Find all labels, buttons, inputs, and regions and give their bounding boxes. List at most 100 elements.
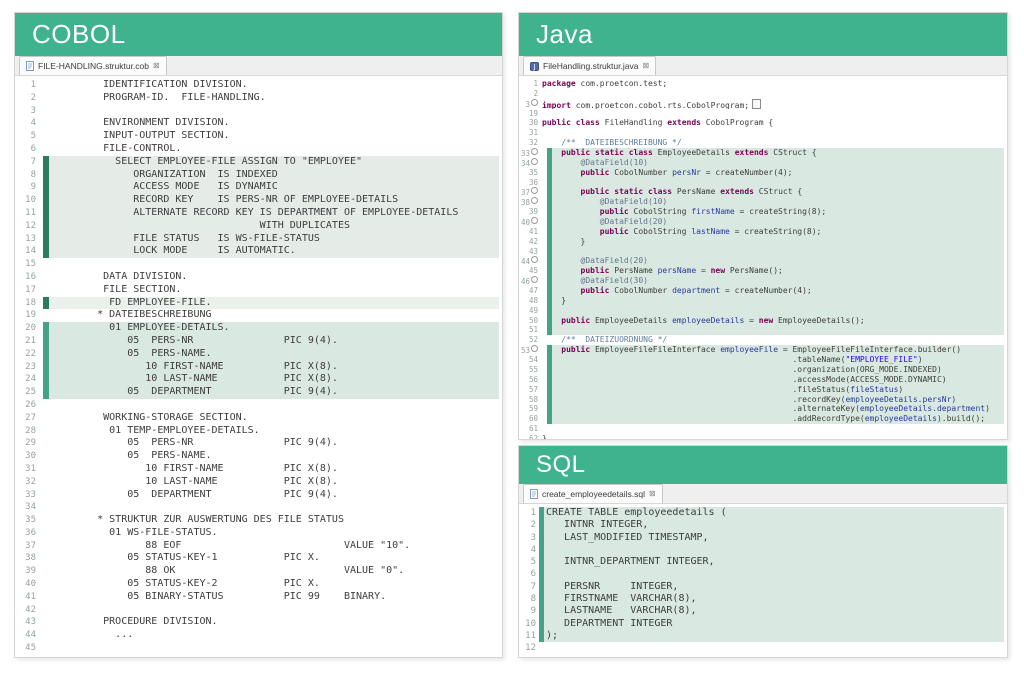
tab-close-icon[interactable]: ⊠: [649, 490, 656, 498]
sql-editor[interactable]: 1CREATE TABLE employeedetails (2 INTNR I…: [519, 504, 1007, 657]
line-number: 14: [15, 245, 39, 258]
sql-tab[interactable]: create_employeedetails.sql ⊠: [523, 484, 663, 503]
code-line: 21 05 PERS-NR PIC 9(4).: [15, 335, 502, 348]
code-line: 58 .recordKey(employeeDetails.persNr): [519, 395, 1007, 405]
code-line: 31: [519, 128, 1007, 138]
code-line: 13 FILE STATUS IS WS-FILE-STATUS: [15, 233, 502, 246]
cobol-file-icon: [26, 61, 34, 71]
fold-toggle-icon[interactable]: [531, 256, 538, 263]
collapsed-code-icon[interactable]: [752, 99, 761, 109]
tab-close-icon[interactable]: ⊠: [153, 62, 160, 70]
cobol-tab[interactable]: FILE-HANDLING.struktur.cob ⊠: [19, 56, 167, 75]
code-line: 5 INPUT-OUTPUT SECTION.: [15, 130, 502, 143]
line-number: 51: [519, 325, 541, 335]
code-line: 56 .accessMode(ACCESS_MODE.DYNAMIC): [519, 375, 1007, 385]
code-line: 10 RECORD KEY IS PERS-NR OF EMPLOYEE-DET…: [15, 194, 502, 207]
code-line: 20 01 EMPLOYEE-DETAILS.: [15, 322, 502, 335]
code-line: 2 INTNR INTEGER,: [519, 519, 1007, 531]
code-line: 19 * DATEIBESCHREIBUNG: [15, 309, 502, 322]
code-line: 24 10 LAST-NAME PIC X(8).: [15, 373, 502, 386]
line-number: 5: [519, 556, 539, 568]
fold-toggle-icon[interactable]: [531, 187, 538, 194]
java-tab[interactable]: J FileHandling.struktur.java ⊠: [523, 56, 656, 75]
code-line: 3: [15, 105, 502, 118]
fold-toggle-icon[interactable]: [531, 217, 538, 224]
line-number: 10: [519, 618, 539, 630]
line-number: 38: [519, 197, 541, 207]
line-number: 24: [15, 373, 39, 386]
code-line: 62}: [519, 434, 1007, 439]
code-line: 34 @DataField(10): [519, 158, 1007, 168]
line-number: 10: [15, 194, 39, 207]
fold-toggle-icon[interactable]: [531, 197, 538, 204]
tab-label: create_employeedetails.sql: [542, 489, 645, 499]
fold-toggle-icon[interactable]: [531, 276, 538, 283]
line-number: 37: [15, 540, 39, 553]
code-line: 49: [519, 306, 1007, 316]
line-number: 60: [519, 414, 541, 424]
code-line: 26: [15, 399, 502, 412]
fold-toggle-icon[interactable]: [531, 345, 538, 352]
line-number: 41: [519, 227, 541, 237]
java-editor[interactable]: 1package com.proetcon.test;23import com.…: [519, 76, 1007, 439]
svg-text:J: J: [532, 63, 535, 71]
line-number: 2: [15, 92, 39, 105]
panel-title: Java: [536, 19, 593, 50]
line-number: 52: [519, 335, 541, 345]
line-number: 45: [519, 266, 541, 276]
code-line: 19: [519, 109, 1007, 119]
line-number: 40: [519, 217, 541, 227]
java-header: Java: [519, 13, 1007, 56]
code-line: 3 LAST_MODIFIED TIMESTAMP,: [519, 532, 1007, 544]
line-number: 3: [15, 105, 39, 118]
line-number: 62: [519, 434, 541, 439]
line-number: 20: [15, 322, 39, 335]
line-number: 18: [15, 297, 39, 310]
code-line: 5 INTNR_DEPARTMENT INTEGER,: [519, 556, 1007, 568]
code-line: 32 /** DATEIBESCHREIBUNG */: [519, 138, 1007, 148]
code-line: 29 05 PERS-NR PIC 9(4).: [15, 437, 502, 450]
code-line: 39 public CobolString firstName = create…: [519, 207, 1007, 217]
code-line: 2: [519, 89, 1007, 99]
code-line: 6 FILE-CONTROL.: [15, 143, 502, 156]
line-number: 12: [519, 642, 539, 654]
line-number: 40: [15, 578, 39, 591]
line-number: 35: [15, 514, 39, 527]
line-number: 1: [15, 79, 39, 92]
line-number: 3: [519, 99, 541, 109]
code-line: 41 05 BINARY-STATUS PIC 99 BINARY.: [15, 591, 502, 604]
cobol-editor[interactable]: 1 IDENTIFICATION DIVISION.2 PROGRAM-ID. …: [15, 76, 502, 657]
code-line: 30 05 PERS-NAME.: [15, 450, 502, 463]
tab-close-icon[interactable]: ⊠: [642, 62, 649, 70]
line-number: 56: [519, 375, 541, 385]
code-line: 27 WORKING-STORAGE SECTION.: [15, 412, 502, 425]
line-number: 58: [519, 395, 541, 405]
code-line: 33 public static class EmployeeDetails e…: [519, 148, 1007, 158]
line-number: 19: [15, 309, 39, 322]
code-line: 52 /** DATEIZUORDNUNG */: [519, 335, 1007, 345]
code-line: 3import com.proetcon.cobol.rts.CobolProg…: [519, 99, 1007, 109]
line-number: 12: [15, 220, 39, 233]
code-line: 46 @DataField(30): [519, 276, 1007, 286]
code-line: 40 @DataField(20): [519, 217, 1007, 227]
code-line: 2 PROGRAM-ID. FILE-HANDLING.: [15, 92, 502, 105]
fold-toggle-icon[interactable]: [531, 148, 538, 155]
line-number: 42: [519, 237, 541, 247]
line-number: 21: [15, 335, 39, 348]
code-line: 59 .alternateKey(employeeDetails.departm…: [519, 404, 1007, 414]
line-number: 31: [519, 128, 541, 138]
cobol-panel: COBOL FILE-HANDLING.struktur.cob ⊠ 1 IDE…: [14, 12, 503, 658]
fold-toggle-icon[interactable]: [531, 158, 538, 165]
code-line: 35 public CobolNumber persNr = createNum…: [519, 168, 1007, 178]
line-number: 11: [15, 207, 39, 220]
block-marker-bar: [547, 247, 552, 257]
code-line: 1CREATE TABLE employeedetails (: [519, 507, 1007, 519]
code-line: 50 public EmployeeDetails employeeDetail…: [519, 316, 1007, 326]
code-line: 47 public CobolNumber department = creat…: [519, 286, 1007, 296]
line-number: 45: [15, 642, 39, 655]
line-number: 4: [519, 544, 539, 556]
tab-label: FILE-HANDLING.struktur.cob: [38, 61, 149, 71]
fold-toggle-icon[interactable]: [531, 99, 538, 106]
code-line: 31 10 FIRST-NAME PIC X(8).: [15, 463, 502, 476]
line-number: 32: [519, 138, 541, 148]
